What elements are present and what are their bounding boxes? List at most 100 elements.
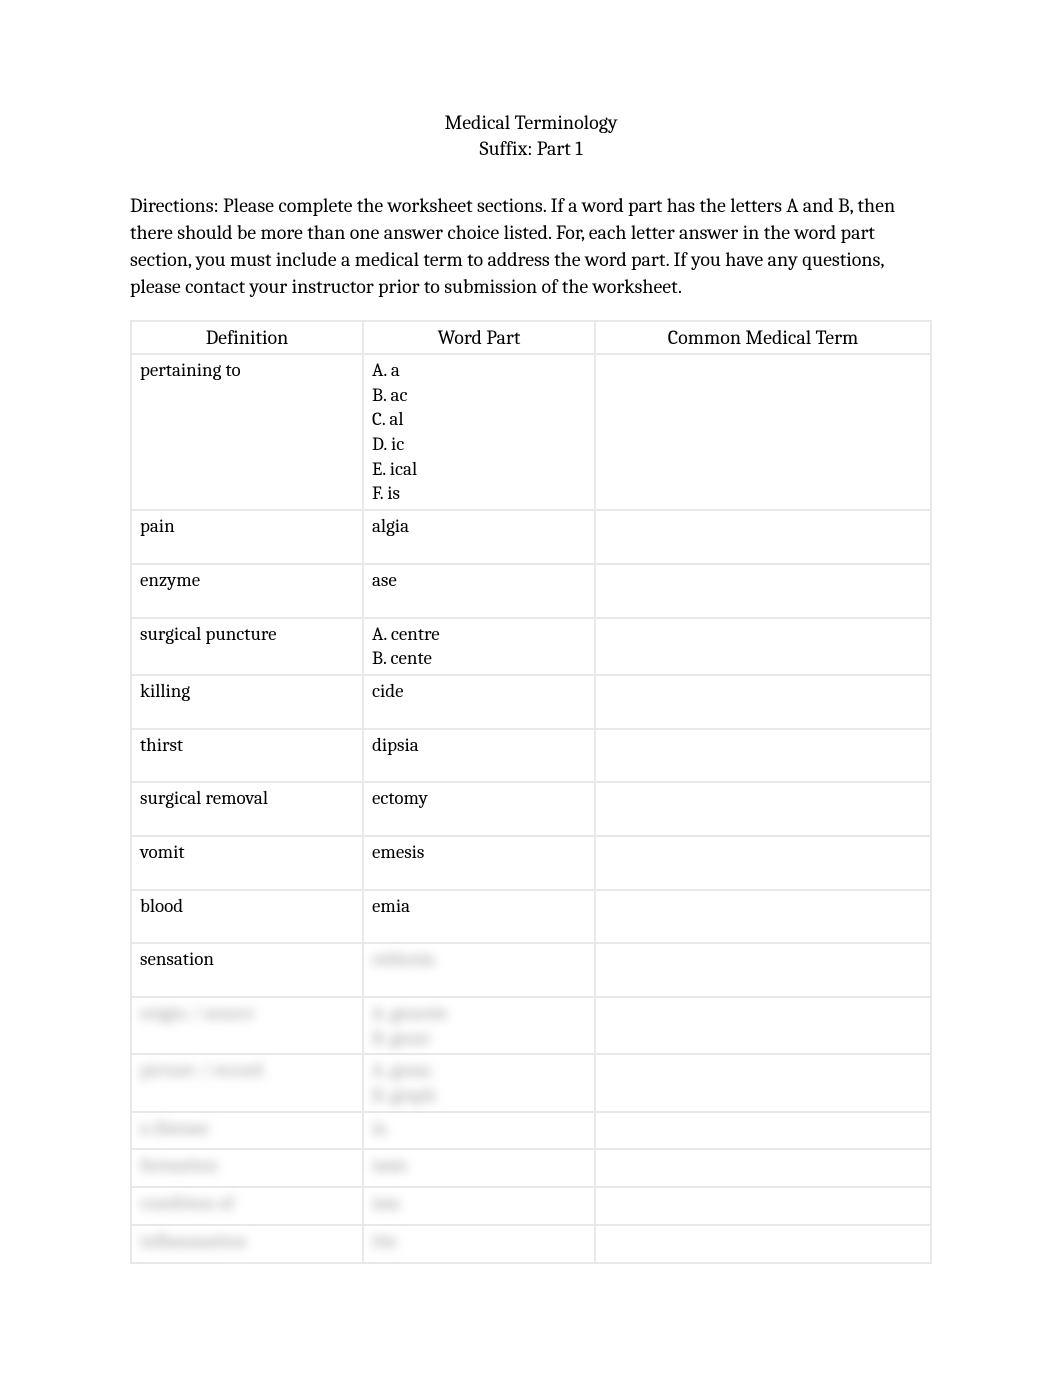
title-block: Medical Terminology Suffix: Part 1 — [130, 110, 932, 162]
table-row: sensationesthesia — [131, 943, 931, 997]
cell-term[interactable] — [595, 1054, 931, 1111]
wordpart-text: algia — [372, 514, 586, 539]
table-row: condition of ism — [131, 1187, 931, 1225]
cell-definition: picture / record — [131, 1054, 363, 1111]
cell-wordpart: iasis — [363, 1149, 595, 1187]
wordpart-text: A. centre — [372, 622, 586, 647]
definition-text: surgical puncture — [140, 623, 276, 645]
table-row: pain algia — [131, 510, 931, 564]
cell-term[interactable] — [595, 890, 931, 944]
cell-term[interactable] — [595, 618, 931, 675]
cell-wordpart: esthesia — [363, 943, 595, 997]
wordpart-text: A. a — [372, 358, 586, 383]
header-term: Common Medical Term — [595, 321, 931, 354]
wordpart-text: cide — [372, 679, 586, 704]
definition-text: pertaining to — [140, 359, 241, 381]
table-row: surgical removal ectomy — [131, 782, 931, 836]
header-wordpart: Word Part — [363, 321, 595, 354]
wordpart-text: ism — [372, 1191, 586, 1216]
table-row: picture / record A. gramB. graph — [131, 1054, 931, 1111]
wordpart-text: C. al — [372, 407, 586, 432]
wordpart-text: itis — [372, 1229, 586, 1254]
cell-term[interactable] — [595, 564, 931, 618]
wordpart-text: ia — [372, 1116, 586, 1141]
cell-term[interactable] — [595, 1187, 931, 1225]
definition-text: surgical removal — [140, 787, 268, 809]
cell-wordpart: cide — [363, 675, 595, 729]
table-row: blood emia — [131, 890, 931, 944]
cell-wordpart: ism — [363, 1187, 595, 1225]
cell-wordpart: emesis — [363, 836, 595, 890]
wordpart-text: D. ic — [372, 432, 586, 457]
definition-text: a disease — [140, 1117, 209, 1139]
definition-text: enzyme — [140, 569, 200, 591]
table-row: vomit emesis — [131, 836, 931, 890]
cell-term[interactable] — [595, 997, 931, 1054]
wordpart-text: ectomy — [372, 786, 586, 811]
cell-term[interactable] — [595, 1225, 931, 1263]
table-header-row: Definition Word Part Common Medical Term — [131, 321, 931, 354]
cell-definition: origin / source — [131, 997, 363, 1054]
cell-term[interactable] — [595, 354, 931, 510]
cell-wordpart: ia — [363, 1112, 595, 1150]
definition-text: vomit — [140, 841, 185, 863]
table-row: inflammation itis — [131, 1225, 931, 1263]
cell-term[interactable] — [595, 1112, 931, 1150]
cell-wordpart: ase — [363, 564, 595, 618]
cell-term[interactable] — [595, 729, 931, 783]
cell-definition: pertaining to — [131, 354, 363, 510]
wordpart-text: emia — [372, 894, 586, 919]
cell-definition: pain — [131, 510, 363, 564]
definition-text: thirst — [140, 734, 183, 756]
cell-definition: enzyme — [131, 564, 363, 618]
cell-definition: thirst — [131, 729, 363, 783]
cell-definition: sensation — [131, 943, 363, 997]
wordpart-text: A. genesis — [372, 1001, 586, 1026]
cell-definition: inflammation — [131, 1225, 363, 1263]
table-row: thirst dipsia — [131, 729, 931, 783]
header-definition: Definition — [131, 321, 363, 354]
cell-wordpart: emia — [363, 890, 595, 944]
definition-text: formation — [140, 1154, 218, 1176]
definition-text: killing — [140, 680, 190, 702]
table-row: enzyme ase — [131, 564, 931, 618]
definition-text: blood — [140, 895, 183, 917]
title-line-2: Suffix: Part 1 — [130, 136, 932, 162]
table-row: a disease ia — [131, 1112, 931, 1150]
cell-term[interactable] — [595, 836, 931, 890]
definition-text: picture / record — [140, 1059, 263, 1081]
wordpart-text: dipsia — [372, 733, 586, 758]
cell-term[interactable] — [595, 943, 931, 997]
table-row: origin / sourceA. genesisB. genic — [131, 997, 931, 1054]
cell-wordpart: dipsia — [363, 729, 595, 783]
definition-text: inflammation — [140, 1230, 247, 1252]
title-line-1: Medical Terminology — [130, 110, 932, 136]
cell-wordpart: A. gramB. graph — [363, 1054, 595, 1111]
wordpart-text: ase — [372, 568, 586, 593]
cell-definition: condition of — [131, 1187, 363, 1225]
cell-wordpart: A. aB. acC. alD. icE. icalF. is — [363, 354, 595, 510]
cell-wordpart: itis — [363, 1225, 595, 1263]
cell-definition: blood — [131, 890, 363, 944]
wordpart-text: B. graph — [372, 1083, 586, 1108]
cell-term[interactable] — [595, 510, 931, 564]
wordpart-text: F. is — [372, 481, 586, 506]
definition-text: condition of — [140, 1192, 233, 1214]
cell-definition: killing — [131, 675, 363, 729]
cell-term[interactable] — [595, 1149, 931, 1187]
wordpart-text: A. gram — [372, 1058, 586, 1083]
cell-wordpart: ectomy — [363, 782, 595, 836]
cell-definition: surgical removal — [131, 782, 363, 836]
definition-text: origin / source — [140, 1002, 255, 1024]
cell-definition: formation — [131, 1149, 363, 1187]
wordpart-text: emesis — [372, 840, 586, 865]
cell-definition: vomit — [131, 836, 363, 890]
cell-term[interactable] — [595, 675, 931, 729]
cell-definition: surgical puncture — [131, 618, 363, 675]
table-row: killing cide — [131, 675, 931, 729]
table-row: pertaining to A. aB. acC. alD. icE. icalF… — [131, 354, 931, 510]
table-row: surgical punctureA. centreB. cente — [131, 618, 931, 675]
wordpart-text: B. ac — [372, 383, 586, 408]
wordpart-text: iasis — [372, 1153, 586, 1178]
cell-term[interactable] — [595, 782, 931, 836]
